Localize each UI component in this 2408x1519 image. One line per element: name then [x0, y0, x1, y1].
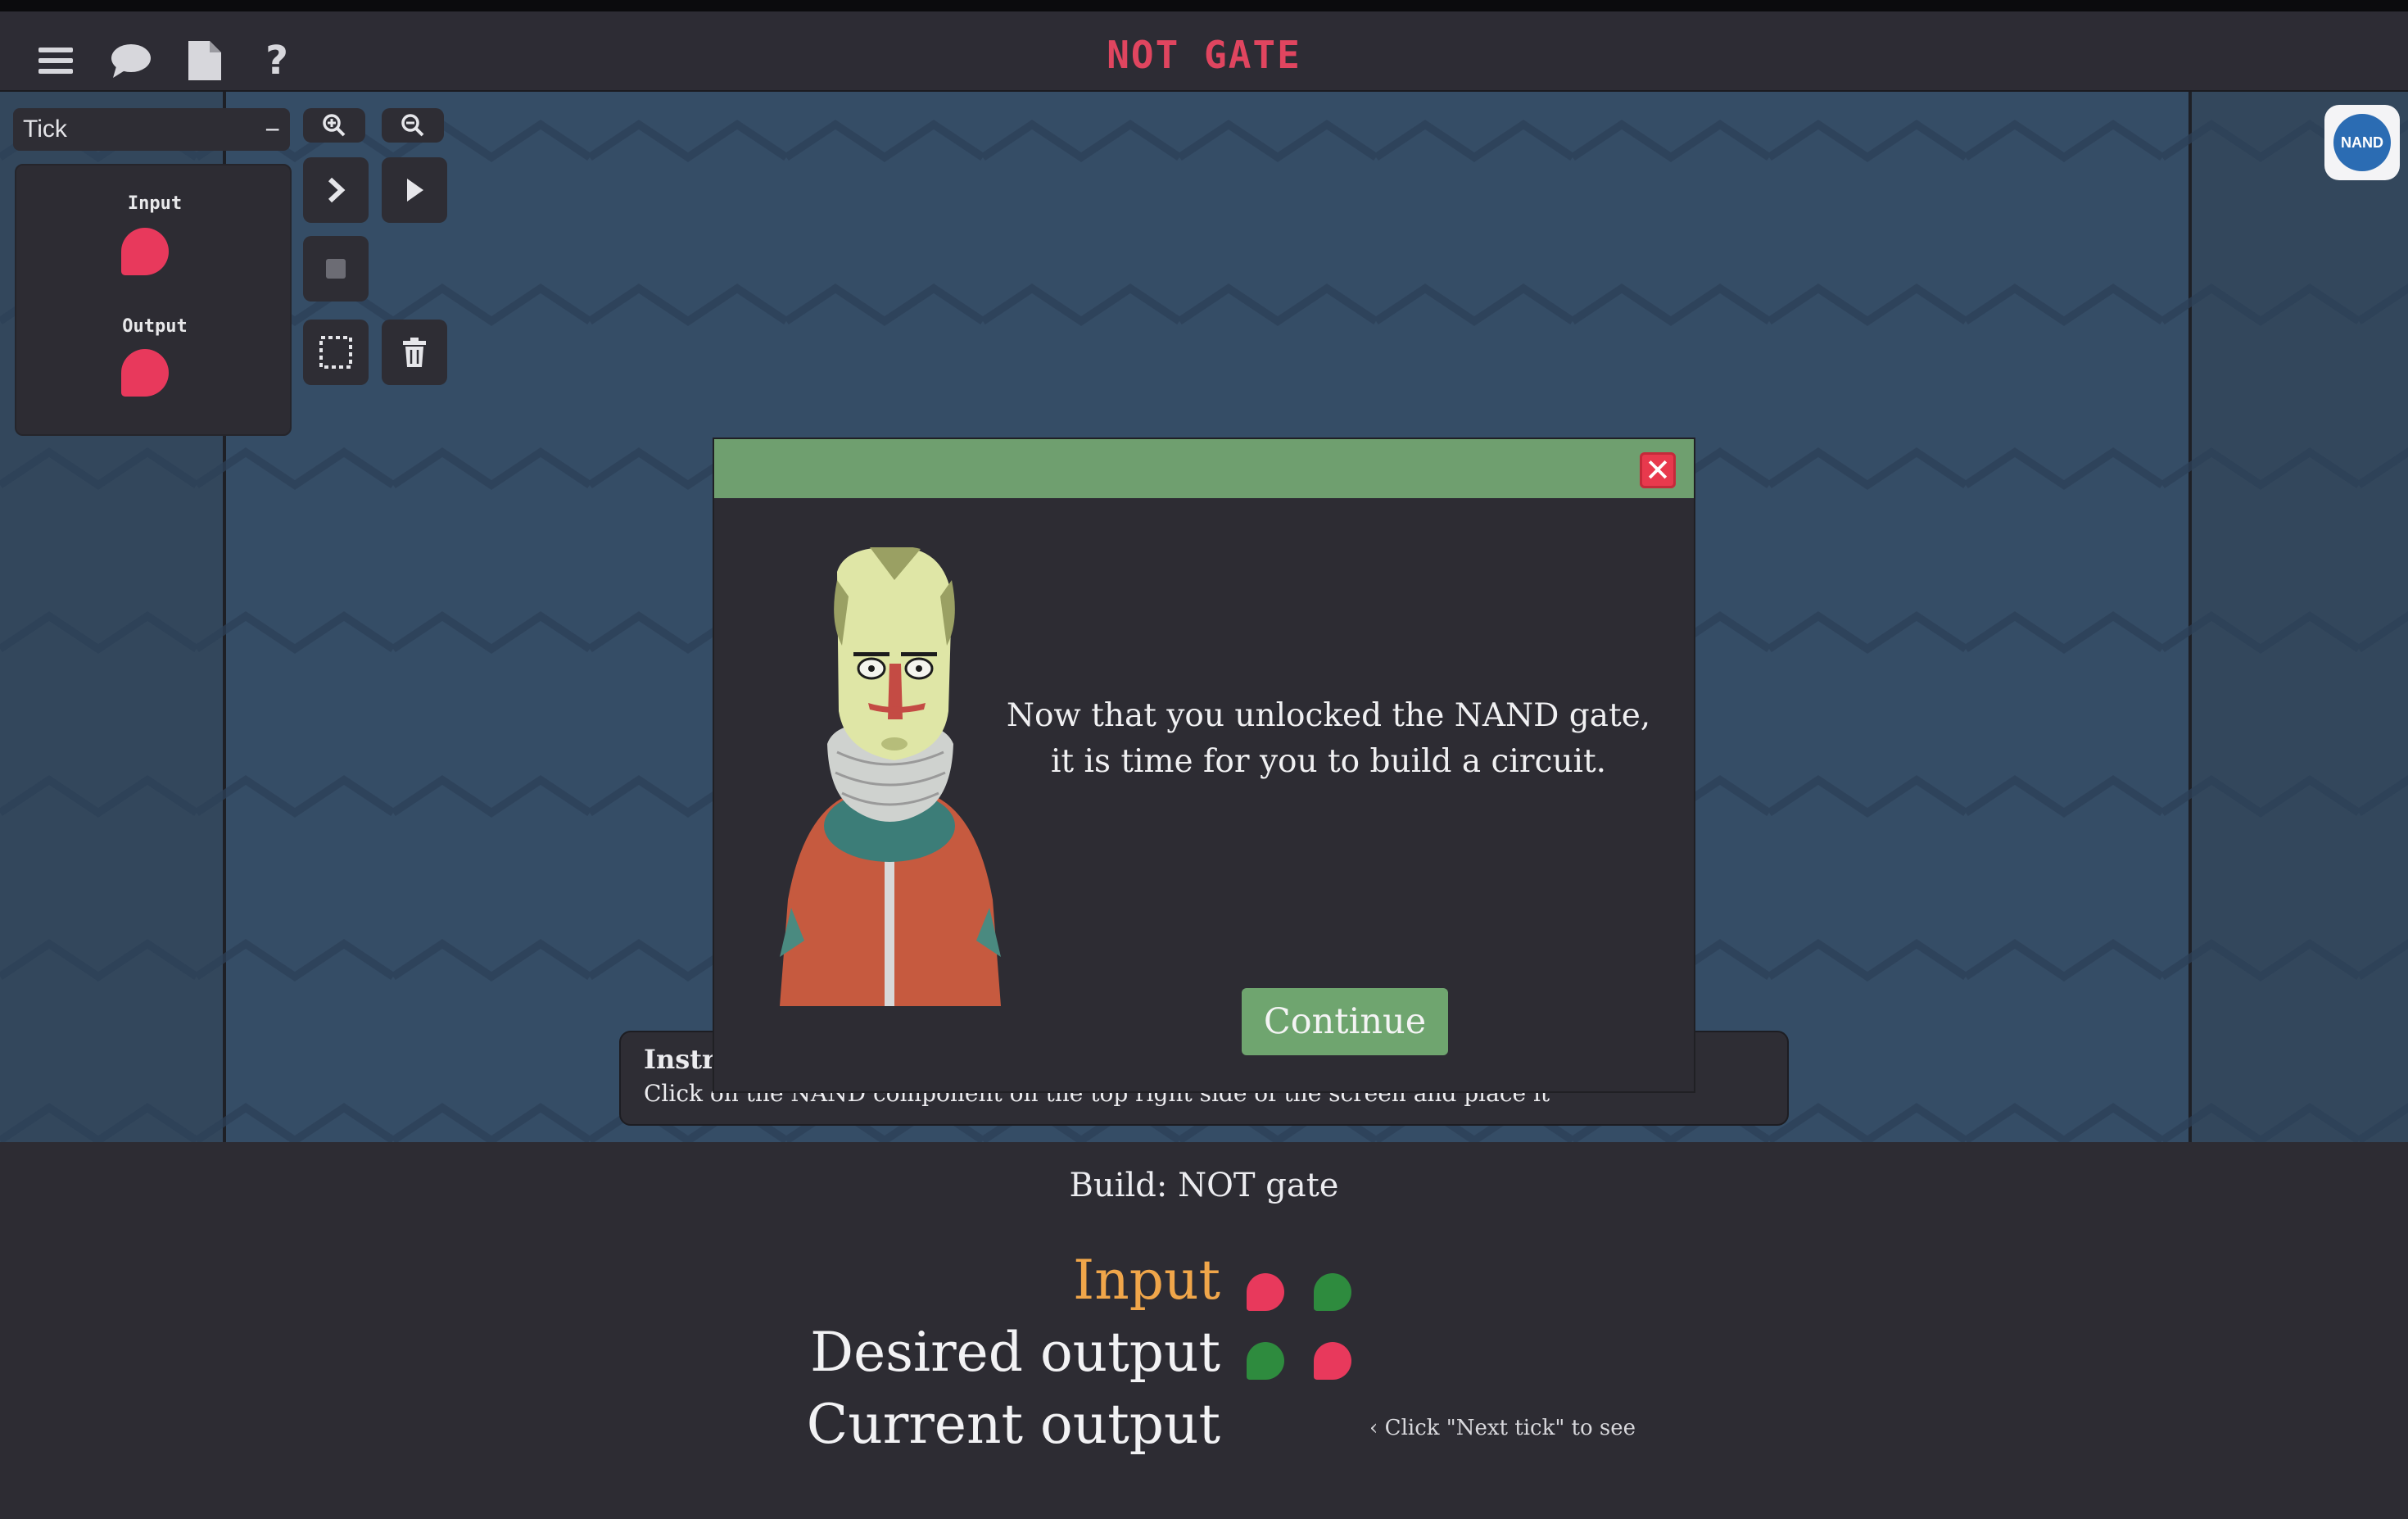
- chevron-left-icon: ‹: [1369, 1416, 1378, 1440]
- goal-input-state-2: [1314, 1273, 1351, 1311]
- desired-output-state-1: [1247, 1342, 1284, 1380]
- play-icon: [407, 179, 423, 202]
- speed-select-value: Tick: [23, 116, 67, 143]
- output-label: Output: [122, 316, 188, 337]
- io-panel: Input Output: [15, 164, 292, 436]
- next-tick-hint: ‹ Click "Next tick" to see: [1369, 1416, 1636, 1440]
- next-tick-hint-text: Click "Next tick" to see: [1384, 1416, 1636, 1440]
- desired-output-state-2: [1314, 1342, 1351, 1380]
- input-label: Input: [127, 193, 183, 214]
- collapse-icon[interactable]: −: [265, 108, 280, 151]
- select-button[interactable]: [303, 320, 369, 385]
- goal-input-label: Input: [1073, 1249, 1220, 1312]
- input-pin[interactable]: [121, 228, 169, 275]
- build-target: Build: NOT gate: [1069, 1167, 1339, 1204]
- trash-icon: [403, 338, 426, 367]
- play-button[interactable]: [382, 157, 447, 223]
- next-tick-button[interactable]: [303, 157, 369, 223]
- delete-button[interactable]: [382, 320, 447, 385]
- desired-output-label: Desired output: [810, 1321, 1220, 1384]
- character-portrait: [780, 547, 1001, 1006]
- dialog-message: Now that you unlocked the NAND gate, it …: [1006, 697, 1651, 780]
- zoom-out-icon: [401, 114, 424, 137]
- window-top-strip: [0, 0, 2408, 11]
- speed-select[interactable]: Tick −: [13, 108, 290, 151]
- close-button[interactable]: ✕: [1640, 452, 1676, 488]
- page-title: NOT GATE: [1107, 33, 1301, 77]
- dialog-header: [714, 439, 1694, 498]
- top-bar: ? NOT GATE: [0, 11, 2408, 93]
- stop-button[interactable]: [303, 236, 369, 302]
- zoom-in-button[interactable]: [303, 108, 365, 143]
- marquee-select-icon: [319, 336, 352, 369]
- chevron-right-icon: [328, 177, 346, 203]
- current-output-label: Current output: [806, 1393, 1220, 1456]
- dialog: ✕ Now that you unlocked the NAND gate, i…: [713, 438, 1695, 1093]
- zoom-out-button[interactable]: [382, 108, 444, 143]
- output-pin[interactable]: [121, 349, 169, 397]
- continue-button[interactable]: Continue: [1242, 988, 1448, 1055]
- zoom-in-icon: [323, 114, 346, 137]
- stop-icon: [326, 259, 346, 279]
- nand-chip-label: NAND: [2333, 114, 2391, 171]
- nand-component-button[interactable]: NAND: [2324, 105, 2400, 180]
- goal-input-state-1: [1247, 1273, 1284, 1311]
